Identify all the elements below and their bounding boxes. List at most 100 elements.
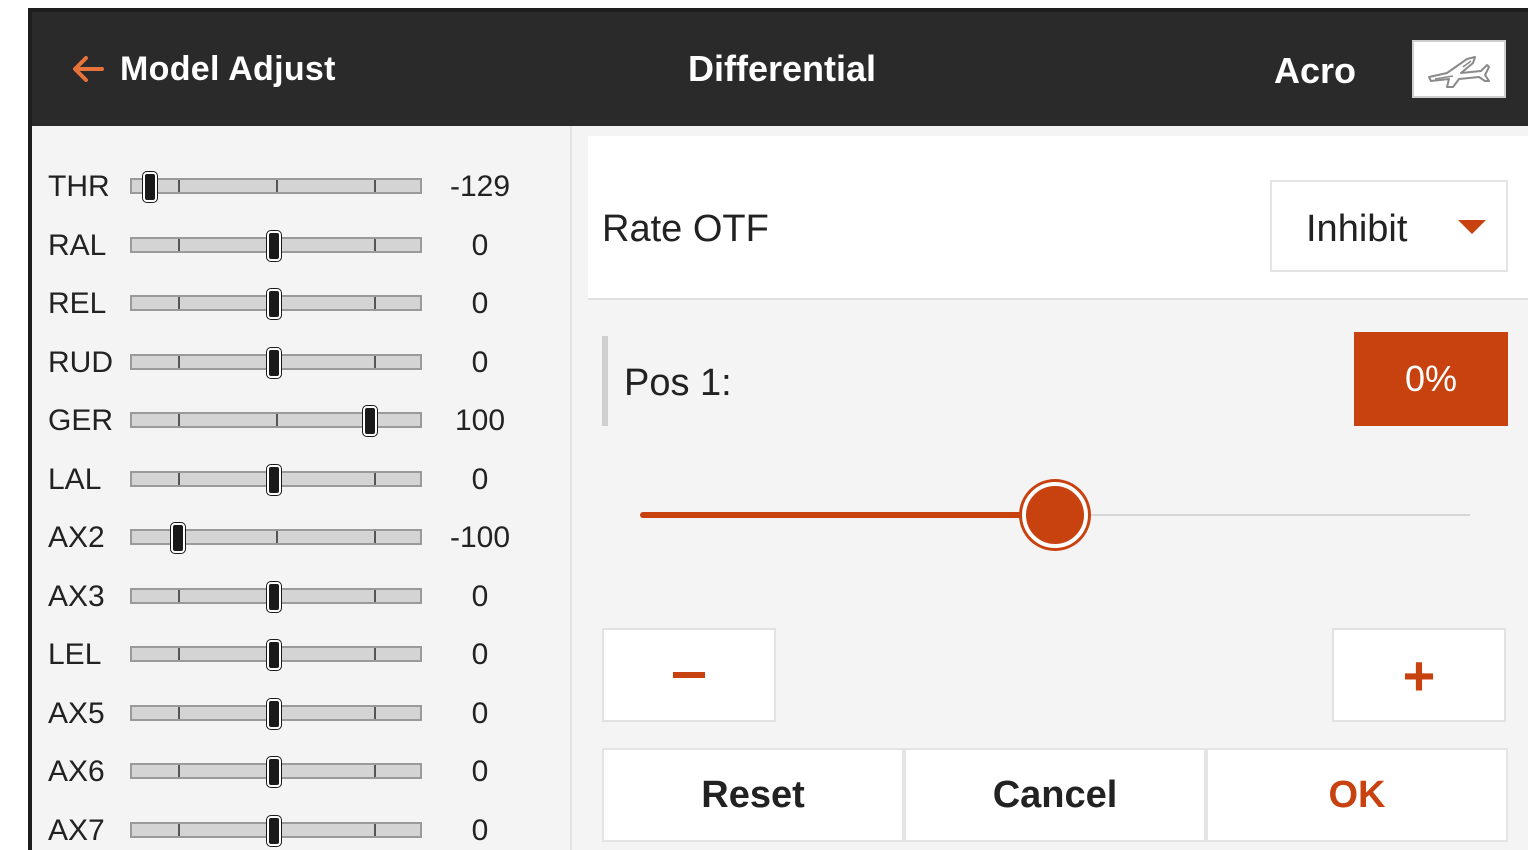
channel-name: AX6 bbox=[48, 755, 105, 788]
channel-bar-tick bbox=[178, 472, 181, 485]
ok-button[interactable]: OK bbox=[1206, 748, 1508, 842]
channel-bar-thumb bbox=[170, 522, 186, 554]
channel-bar-thumb bbox=[266, 756, 282, 788]
arrow-left-icon bbox=[73, 56, 104, 82]
channel-value: 0 bbox=[471, 696, 489, 730]
channel-row: AX6 0 bbox=[32, 753, 572, 793]
channel-value: 0 bbox=[471, 345, 489, 379]
channel-bar bbox=[130, 580, 422, 613]
decrement-button[interactable] bbox=[602, 628, 776, 722]
position-indicator-bar bbox=[602, 336, 608, 426]
channel-bar-tick bbox=[276, 180, 278, 192]
back-button[interactable]: Model Adjust bbox=[68, 46, 336, 92]
caret-down-icon bbox=[1458, 220, 1486, 234]
channel-bar-tick bbox=[178, 414, 181, 426]
channel-name: LAL bbox=[48, 462, 102, 496]
channel-bar-tick bbox=[178, 765, 181, 777]
channel-bar bbox=[130, 522, 422, 554]
rate-otf-dropdown[interactable]: Inhibit bbox=[1270, 180, 1508, 272]
channel-bar bbox=[130, 814, 422, 847]
channel-value: -100 bbox=[449, 521, 511, 554]
channel-bar-thumb bbox=[266, 346, 282, 379]
channel-monitor: THR -129 RAL 0 REL 0 RUD 0 GER 100 LAL 0 AX2 -100 AX3 0… bbox=[32, 126, 572, 850]
channel-row: AX3 0 bbox=[32, 578, 572, 618]
position-value-button[interactable]: 0% bbox=[1354, 332, 1508, 426]
channel-bar-thumb bbox=[266, 639, 282, 671]
channel-name: RAL bbox=[48, 228, 107, 262]
action-bar: Reset Cancel OK bbox=[602, 748, 1508, 842]
channel-bar-thumb bbox=[266, 229, 282, 262]
channel-bar bbox=[130, 229, 422, 262]
channel-bar-thumb bbox=[266, 463, 282, 496]
channel-bar-tick bbox=[178, 706, 181, 719]
channel-value: 0 bbox=[471, 287, 489, 320]
plus-icon: + bbox=[1402, 643, 1436, 707]
back-label: Model Adjust bbox=[120, 49, 336, 88]
channel-bar-tick bbox=[373, 355, 376, 368]
channel-bar-thumb bbox=[266, 697, 282, 730]
channel-name: GER bbox=[48, 404, 114, 437]
channel-bar bbox=[130, 697, 422, 730]
channel-value: 0 bbox=[471, 462, 489, 496]
channel-bar-tick bbox=[276, 414, 278, 426]
rate-otf-label: Rate OTF bbox=[602, 208, 769, 250]
channel-bar-tick bbox=[178, 648, 181, 660]
channel-name: AX3 bbox=[48, 579, 105, 613]
channel-name: AX5 bbox=[48, 696, 105, 730]
channel-value: 100 bbox=[454, 404, 506, 437]
channel-row: GER 100 bbox=[32, 402, 572, 442]
channel-name: AX7 bbox=[48, 813, 105, 847]
slider-knob[interactable] bbox=[1022, 482, 1088, 548]
channel-bar-tick bbox=[373, 823, 376, 836]
channel-bar-thumb bbox=[266, 814, 282, 847]
channel-row: LAL 0 bbox=[32, 461, 572, 501]
channel-bar-thumb bbox=[266, 580, 282, 613]
channel-bar bbox=[130, 288, 422, 320]
channel-bar-thumb bbox=[142, 171, 159, 203]
channel-bar-tick bbox=[373, 238, 376, 251]
rate-otf-row: Rate OTF Inhibit bbox=[588, 136, 1528, 300]
reset-button[interactable]: Reset bbox=[602, 748, 904, 842]
channel-bar-tick bbox=[373, 472, 376, 485]
slider-fill bbox=[640, 512, 1055, 518]
channel-bar-tick bbox=[178, 355, 181, 368]
channel-bar-tick bbox=[178, 238, 181, 251]
channel-bar bbox=[130, 639, 422, 671]
airplane-icon bbox=[1428, 56, 1490, 88]
channel-bar-tick bbox=[178, 589, 181, 602]
cancel-button[interactable]: Cancel bbox=[904, 748, 1206, 842]
channel-row: LEL 0 bbox=[32, 636, 572, 676]
page-title: Differential bbox=[687, 48, 877, 89]
channel-name: LEL bbox=[48, 638, 102, 671]
model-type-label: Acro bbox=[1274, 50, 1357, 91]
channel-bar-tick bbox=[178, 297, 181, 309]
differential-panel: Rate OTF Inhibit Pos 1: 0% + Reset Cance… bbox=[588, 136, 1528, 850]
channel-bar bbox=[130, 171, 422, 203]
channel-value: 0 bbox=[471, 638, 489, 671]
model-type-button[interactable] bbox=[1412, 40, 1506, 98]
increment-button[interactable]: + bbox=[1332, 628, 1506, 722]
channel-bar-tick bbox=[178, 823, 181, 836]
channel-row: AX5 0 bbox=[32, 695, 572, 735]
channel-row: AX2 -100 bbox=[32, 519, 572, 559]
channel-bar-thumb bbox=[266, 288, 282, 320]
position-label: Pos 1: bbox=[624, 362, 732, 404]
channel-bar bbox=[130, 405, 422, 437]
channel-bar bbox=[130, 346, 422, 379]
channel-bar-tick bbox=[276, 531, 278, 543]
channel-row: RUD 0 bbox=[32, 344, 572, 384]
channel-name: THR bbox=[48, 170, 110, 203]
channel-bar bbox=[130, 463, 422, 496]
channel-bar-thumb bbox=[362, 405, 378, 437]
channel-bar-tick bbox=[373, 648, 376, 660]
channel-row: REL 0 bbox=[32, 285, 572, 325]
channel-bar-tick bbox=[373, 297, 376, 309]
minus-icon bbox=[673, 672, 705, 678]
channel-bar-tick bbox=[373, 765, 376, 777]
channel-bar-tick bbox=[373, 706, 376, 719]
channel-bar-tick bbox=[373, 589, 376, 602]
channel-value: -129 bbox=[449, 170, 511, 203]
channel-value: 0 bbox=[471, 755, 489, 788]
channel-value: 0 bbox=[471, 579, 489, 613]
channel-bar bbox=[130, 756, 422, 788]
